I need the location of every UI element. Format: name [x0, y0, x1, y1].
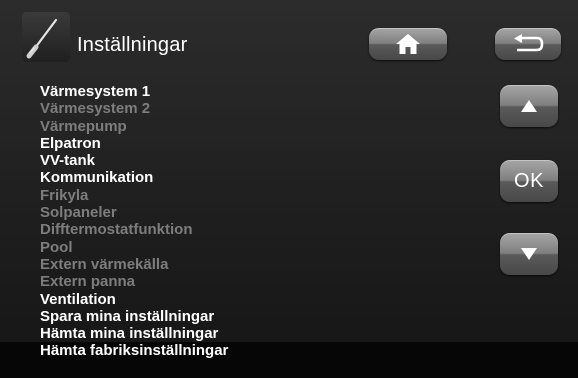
scroll-down-button[interactable]: [500, 233, 558, 275]
menu-item: Frikyla: [40, 186, 89, 204]
triangle-down-icon: [521, 248, 537, 260]
menu-item[interactable]: Ventilation: [40, 291, 228, 308]
menu-item: Extern värmekälla: [40, 255, 169, 273]
menu-item[interactable]: Hämta mina inställningar: [40, 325, 228, 342]
settings-screen: Inställningar OK Värmesystem 1 Värmesyste…: [0, 0, 578, 378]
triangle-up-icon: [521, 100, 537, 112]
page-title: Inställningar: [77, 34, 188, 56]
home-icon: [396, 34, 420, 54]
menu-item: Difftermostatfunktion: [40, 221, 193, 239]
menu-item: Extern panna: [40, 273, 136, 291]
menu-item: Värmepump: [40, 117, 127, 135]
back-button[interactable]: [495, 28, 561, 60]
menu-item[interactable]: Värmesystem 1: [40, 83, 228, 100]
menu-item[interactable]: Hämta fabriksinställningar: [40, 342, 228, 359]
menu-item[interactable]: Spara mina inställningar: [40, 308, 228, 325]
screwdriver-icon: [22, 12, 70, 62]
home-button[interactable]: [369, 28, 447, 60]
menu-item[interactable]: Kommunikation: [40, 169, 228, 186]
menu-item[interactable]: Elpatron: [40, 135, 228, 152]
back-arrow-icon: [514, 34, 544, 52]
menu-item[interactable]: VV-tank: [40, 152, 228, 169]
menu-item: Solpaneler: [40, 204, 117, 222]
menu-item: Pool: [40, 238, 73, 256]
ok-label: OK: [514, 169, 544, 192]
scroll-up-button[interactable]: [500, 85, 558, 127]
ok-button[interactable]: OK: [500, 160, 558, 202]
menu-item: Värmesystem 2: [40, 100, 151, 118]
settings-menu: Värmesystem 1 Värmesystem 2 Värmepump Elpat…: [40, 83, 228, 360]
